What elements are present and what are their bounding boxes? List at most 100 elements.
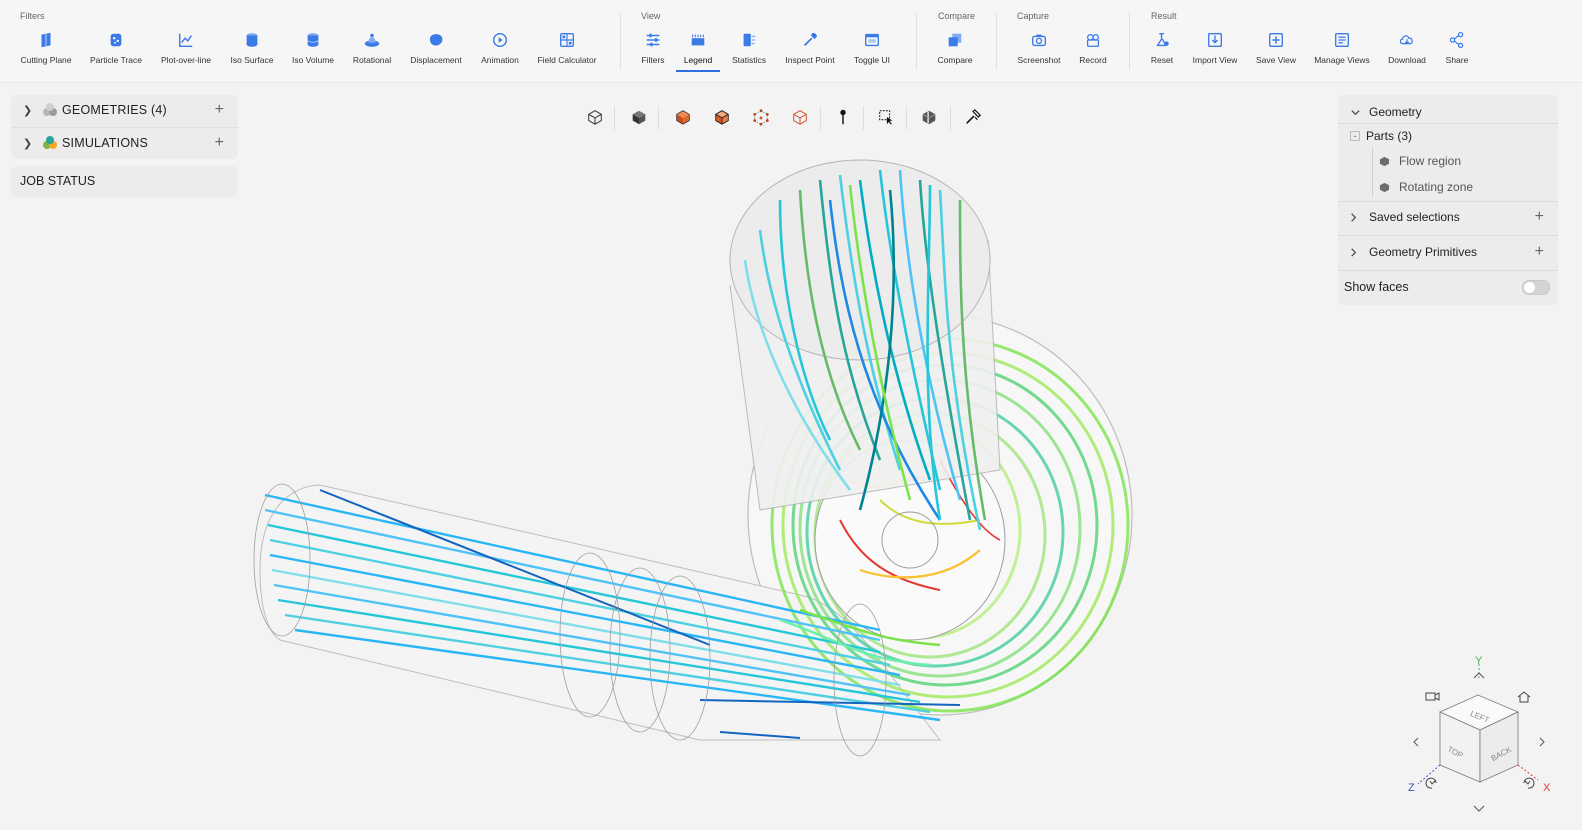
rotate-left-icon[interactable]	[1413, 737, 1419, 747]
geometry-header[interactable]: Geometry	[1338, 101, 1558, 123]
group-label-view: View	[641, 11, 661, 21]
tool-particle-trace-label: Particle Trace	[90, 55, 142, 65]
tool-cutting-plane[interactable]: Cutting Plane	[9, 30, 83, 65]
left-panel-tree: ❯ GEOMETRIES (4) + ❯ SIMULATIONS +	[11, 95, 238, 159]
geometry-primitives-row[interactable]: Geometry Primitives +	[1338, 242, 1558, 262]
iso-volume-icon	[303, 30, 323, 50]
pin-icon	[840, 109, 846, 125]
geometry-primitives-label: Geometry Primitives	[1369, 245, 1478, 259]
tool-animation[interactable]: Animation	[463, 30, 537, 65]
rotate-down-icon[interactable]	[1473, 805, 1485, 812]
cube-outline-icon	[588, 110, 602, 125]
tool-reset-label: Reset	[1150, 55, 1174, 65]
3d-viewport[interactable]	[240, 140, 1160, 760]
part-cube-icon	[1379, 182, 1390, 192]
parts-row[interactable]: - Parts (3)	[1338, 126, 1558, 146]
pipette-icon	[800, 30, 820, 50]
section-cube-icon	[922, 110, 936, 125]
collapse-icon[interactable]: -	[1350, 131, 1360, 141]
tool-iso-surface-label: Iso Surface	[230, 55, 274, 65]
displacement-icon	[426, 30, 446, 50]
y-axis-label: Y	[1475, 655, 1483, 667]
navigation-cube[interactable]: Y LEFT TOP BACK Z X	[1400, 650, 1570, 825]
tool-plot-over-line-label: Plot-over-line	[160, 55, 212, 65]
tool-record[interactable]: Record	[1056, 30, 1130, 65]
plus-square-icon	[1266, 30, 1286, 50]
tool-import-view-label: Import View	[1192, 55, 1238, 65]
measure-button[interactable]	[960, 104, 986, 130]
view-points-button[interactable]	[748, 104, 774, 130]
show-faces-toggle[interactable]	[1522, 279, 1550, 295]
toolbar-separator	[916, 12, 917, 70]
part-item-flow-region[interactable]: Flow region	[1338, 152, 1558, 170]
tool-save-view[interactable]: Save View	[1239, 30, 1313, 65]
tool-particle-trace[interactable]: Particle Trace	[79, 30, 153, 65]
add-simulation-button[interactable]: +	[215, 134, 224, 152]
window-icon	[862, 30, 882, 50]
chevron-right-icon[interactable]	[1348, 212, 1359, 223]
part-item-rotating-zone[interactable]: Rotating zone	[1338, 178, 1558, 196]
tool-record-label: Record	[1079, 55, 1107, 65]
section-view-button[interactable]	[916, 104, 942, 130]
divider	[1338, 201, 1558, 202]
cutting-plane-icon	[36, 30, 56, 50]
chevron-down-icon[interactable]	[1350, 107, 1361, 118]
cloud-download-icon	[1397, 30, 1417, 50]
toolbar-separator	[614, 106, 615, 130]
iso-surface-icon	[242, 30, 262, 50]
toolbar-separator	[863, 106, 864, 130]
add-geometry-button[interactable]: +	[215, 101, 224, 119]
camera-icon[interactable]	[1425, 692, 1440, 701]
job-status-panel[interactable]: JOB STATUS	[11, 166, 238, 198]
view-surface-edges-button[interactable]	[709, 104, 735, 130]
toolbar-separator	[950, 106, 951, 130]
rotate-right-icon[interactable]	[1539, 737, 1545, 747]
z-axis-label: Z	[1408, 782, 1415, 794]
cube-surface-icon	[676, 110, 690, 125]
y-axis: Y	[1475, 655, 1483, 678]
view-wireframe-button[interactable]	[582, 104, 608, 130]
tool-rotational[interactable]: Rotational	[335, 30, 409, 65]
tool-displacement-label: Displacement	[410, 55, 462, 65]
saved-selections-row[interactable]: Saved selections +	[1338, 207, 1558, 227]
rotate-ccw-icon[interactable]	[1425, 777, 1437, 789]
tool-toggle-ui-label: Toggle UI	[854, 55, 890, 65]
parts-label: Parts (3)	[1366, 129, 1413, 143]
divider	[1338, 123, 1558, 124]
share-icon	[1447, 30, 1467, 50]
box-select-button[interactable]	[873, 104, 899, 130]
rotate-cw-icon[interactable]	[1523, 777, 1535, 789]
calculator-icon	[557, 30, 577, 50]
simulations-row[interactable]: ❯ SIMULATIONS +	[11, 128, 238, 158]
view-surface-button[interactable]	[670, 104, 696, 130]
probe-button[interactable]	[830, 104, 856, 130]
x-axis-label: X	[1543, 782, 1551, 794]
view-solid-button[interactable]	[626, 104, 652, 130]
tool-statistics-label: Statistics	[731, 55, 766, 65]
tool-manage-views[interactable]: Manage Views	[1305, 30, 1379, 65]
add-primitive-button[interactable]: +	[1535, 243, 1544, 261]
toolbar-separator	[996, 12, 997, 70]
tool-toggle-ui[interactable]: Toggle UI	[835, 30, 909, 65]
cube-faces[interactable]: LEFT TOP BACK	[1439, 694, 1519, 783]
saved-selections-label: Saved selections	[1369, 210, 1460, 224]
tool-plot-over-line[interactable]: Plot-over-line	[149, 30, 223, 65]
tool-manage-views-label: Manage Views	[1314, 55, 1370, 65]
add-selection-button[interactable]: +	[1535, 208, 1544, 226]
group-label-filters: Filters	[20, 11, 45, 21]
box-select-icon	[879, 110, 893, 125]
tool-displacement[interactable]: Displacement	[399, 30, 473, 65]
tool-field-calculator[interactable]: Field Calculator	[530, 30, 604, 65]
geometries-row[interactable]: ❯ GEOMETRIES (4) +	[11, 95, 238, 125]
tool-share[interactable]: Share	[1420, 30, 1494, 65]
chevron-right-icon[interactable]	[1348, 247, 1359, 258]
rotational-icon	[362, 30, 382, 50]
view-transparent-button[interactable]	[787, 104, 813, 130]
geometry-title: Geometry	[1369, 105, 1422, 119]
divider	[1338, 270, 1558, 271]
particle-trace-icon	[106, 30, 126, 50]
tool-compare[interactable]: Compare	[918, 30, 992, 65]
chevron-right-icon[interactable]: ❯	[23, 137, 33, 150]
chevron-right-icon[interactable]: ❯	[23, 104, 33, 117]
home-icon[interactable]	[1517, 691, 1531, 703]
